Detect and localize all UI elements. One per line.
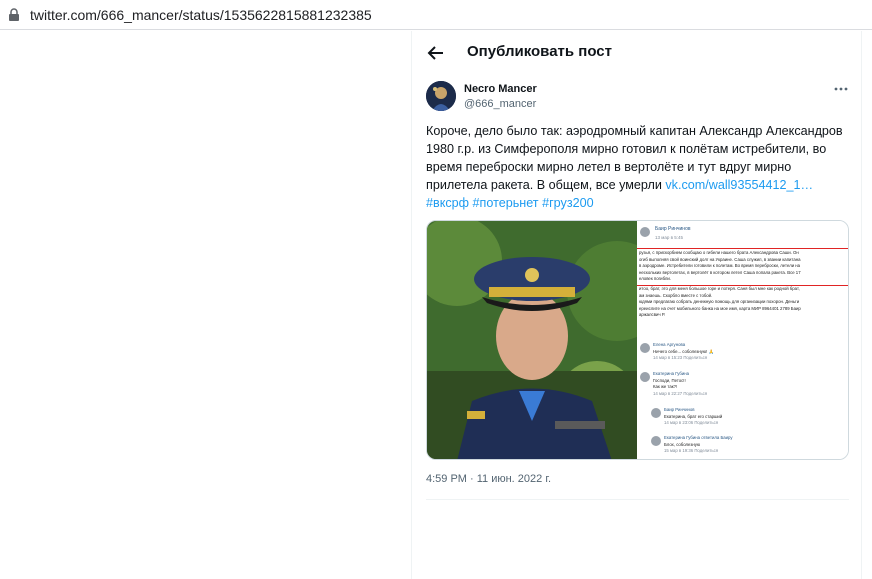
author-name[interactable]: Necro Mancer xyxy=(464,83,537,95)
poster-name: Баир Ринчинов xyxy=(655,226,691,232)
tweet-timestamp[interactable]: 4:59 PM · 11 июн. 2022 г. xyxy=(426,473,551,485)
url-text[interactable]: twitter.com/666_mancer/status/1535622815… xyxy=(30,7,372,23)
highlight-line-top xyxy=(637,248,848,249)
comment-avatar xyxy=(651,436,661,446)
poster-date: 13 мар в 5:45 xyxy=(655,235,684,240)
comment-avatar xyxy=(651,408,661,418)
browser-address-bar[interactable]: twitter.com/666_mancer/status/1535622815… xyxy=(0,0,872,30)
page-title: Опубликовать пост xyxy=(467,43,612,60)
tweet-column: Опубликовать пост Necro Mancer @666_manc… xyxy=(411,31,862,579)
tweet-media[interactable]: Баир Ринчинов 13 мар в 5:45 рузья, с при… xyxy=(426,220,849,460)
divider xyxy=(426,499,849,500)
avatar[interactable] xyxy=(426,81,456,111)
tweet-link[interactable]: vk.com/wall93554412_1… xyxy=(665,178,813,192)
tweet-text: Короче, дело было так: аэродромный капит… xyxy=(426,122,854,212)
more-horizontal-icon[interactable] xyxy=(834,84,848,94)
officer-photo xyxy=(427,221,637,459)
hashtag-poterynet[interactable]: #потерьнет xyxy=(473,196,539,210)
page-header: Опубликовать пост xyxy=(412,31,861,75)
author-handle[interactable]: @666_mancer xyxy=(464,98,536,110)
arrow-left-icon[interactable] xyxy=(424,41,448,65)
hashtag-gruz200[interactable]: #груз200 xyxy=(542,196,594,210)
lock-icon xyxy=(9,8,19,21)
poster-avatar xyxy=(640,227,650,237)
comment-reply: Баир Ринчинов Екатерина, брат его старши… xyxy=(664,407,723,425)
comment-reply: Екатерина Губина ответила Баиру Блох, со… xyxy=(664,435,733,453)
embedded-screenshot: Баир Ринчинов 13 мар в 5:45 рузья, с при… xyxy=(637,221,848,459)
comment-item: Елена Аргунова Ничего себе... соболезную… xyxy=(653,342,714,360)
comment-item: Екатерина Губина Господи, Петос!! Как же… xyxy=(653,371,708,396)
highlight-line-bottom xyxy=(637,285,848,286)
comment-avatar xyxy=(640,343,650,353)
comment-avatar xyxy=(640,372,650,382)
hashtag-vksrf[interactable]: #вксрф xyxy=(426,196,469,210)
